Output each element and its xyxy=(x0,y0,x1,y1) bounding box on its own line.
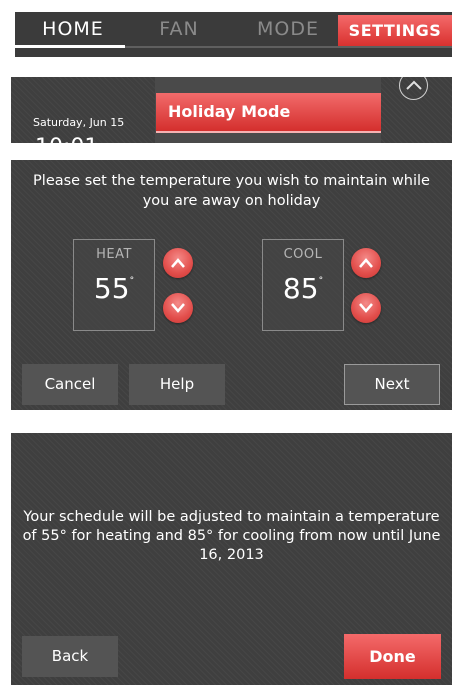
cool-setpoint-box: COOL 85° xyxy=(262,239,344,331)
heat-value: 55 xyxy=(93,272,130,305)
close-icon xyxy=(406,80,422,90)
chevron-down-icon xyxy=(171,303,185,313)
next-button[interactable]: Next xyxy=(344,364,440,405)
active-tab-indicator xyxy=(15,45,125,48)
chevron-up-icon xyxy=(171,258,185,268)
settings-menu-strip: Saturday, Jun 15 10:01 Holiday Mode xyxy=(11,77,452,143)
cool-up-button[interactable] xyxy=(351,248,381,278)
tab-fan[interactable]: FAN xyxy=(127,12,231,46)
tab-mode[interactable]: MODE xyxy=(233,12,343,46)
menu-item-holiday-mode[interactable]: Holiday Mode xyxy=(156,93,381,133)
done-button[interactable]: Done xyxy=(344,634,441,679)
tab-settings[interactable]: SETTINGS xyxy=(338,15,452,46)
confirmation-message: Your schedule will be adjusted to mainta… xyxy=(22,509,441,563)
cool-down-button[interactable] xyxy=(351,293,381,323)
cool-label: COOL xyxy=(283,247,323,262)
heat-down-button[interactable] xyxy=(163,293,193,323)
degree-symbol: ° xyxy=(318,276,324,286)
holiday-setpoint-panel: Please set the temperature you wish to m… xyxy=(11,160,452,410)
degree-symbol: ° xyxy=(129,276,135,286)
instruction-text: Please set the temperature you wish to m… xyxy=(33,173,430,209)
holiday-confirmation-panel: Your schedule will be adjusted to mainta… xyxy=(11,433,452,685)
tab-home[interactable]: HOME xyxy=(21,12,125,46)
heat-label: HEAT xyxy=(96,247,132,262)
cool-value-display: 85° xyxy=(263,272,343,305)
back-button[interactable]: Back xyxy=(22,636,118,677)
chevron-down-icon xyxy=(359,303,373,313)
help-button[interactable]: Help xyxy=(129,364,225,405)
date-label: Saturday, Jun 15 xyxy=(33,116,125,129)
time-label: 10:01 xyxy=(35,135,98,143)
chevron-up-icon xyxy=(359,258,373,268)
cool-value: 85 xyxy=(282,272,319,305)
cancel-button[interactable]: Cancel xyxy=(22,364,118,405)
heat-value-display: 55° xyxy=(74,272,154,305)
heat-setpoint-box: HEAT 55° xyxy=(73,239,155,331)
heat-up-button[interactable] xyxy=(163,248,193,278)
close-button[interactable] xyxy=(399,77,428,100)
top-nav: HOME FAN MODE SETTINGS xyxy=(15,12,452,57)
